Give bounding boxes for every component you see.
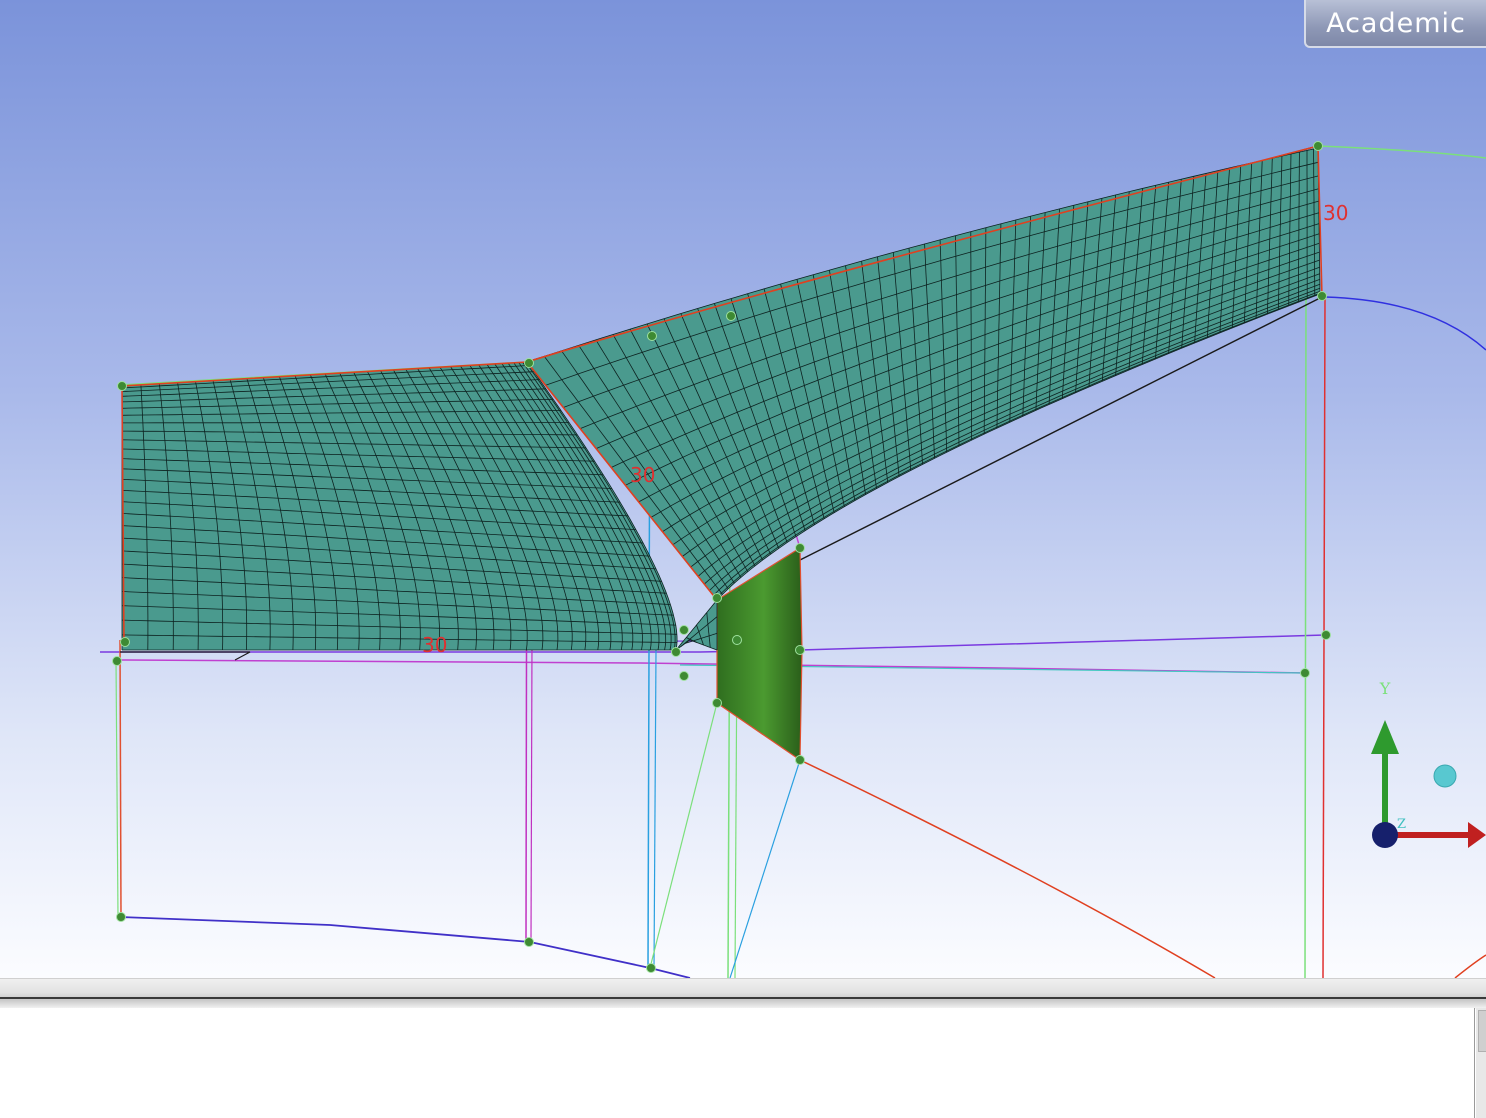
- dimension-label-middle: 30: [630, 463, 655, 487]
- mesh-region-junction[interactable]: [675, 599, 718, 651]
- dimension-label-right: 30: [1323, 201, 1348, 225]
- splitter-divider-line: [0, 997, 1486, 999]
- geometry-vertex[interactable]: [712, 593, 722, 603]
- geometry-vertex[interactable]: [1313, 141, 1323, 151]
- z-axis-dot-icon: [1372, 822, 1398, 848]
- geometry-vertex[interactable]: [679, 671, 689, 681]
- geometry-vertex[interactable]: [117, 381, 127, 391]
- geometry-vertex[interactable]: [524, 937, 534, 947]
- x-axis-arrow-icon: [1468, 822, 1486, 848]
- geometry-vertex[interactable]: [795, 543, 805, 553]
- geometry-vertex[interactable]: [795, 755, 805, 765]
- mesh-region-left-grid-line: [122, 421, 570, 424]
- geometry-vertex[interactable]: [795, 645, 805, 655]
- geometry-vertex[interactable]: [671, 647, 681, 657]
- geometry-vertex[interactable]: [679, 625, 689, 635]
- dimension-label-bottom: 30: [422, 633, 447, 657]
- y-axis-arrow-icon: [1371, 720, 1399, 754]
- z-axis-label: Z: [1397, 817, 1406, 832]
- isometric-view-sphere-icon[interactable]: [1433, 764, 1457, 788]
- geometry-vertex[interactable]: [112, 656, 122, 666]
- panel-splitter[interactable]: [0, 978, 1486, 1009]
- geometry-vertex[interactable]: [116, 912, 126, 922]
- geometry-vertex[interactable]: [726, 311, 736, 321]
- license-badge: Academic: [1304, 0, 1486, 48]
- geometry-vertex[interactable]: [524, 358, 534, 368]
- geometry-vertex[interactable]: [646, 963, 656, 973]
- graphics-viewport[interactable]: 30 30 30 Y Z Academic: [0, 0, 1486, 978]
- axis-triad: Y Z: [1371, 679, 1486, 848]
- geometry-vertex[interactable]: [1300, 668, 1310, 678]
- geometry-scene[interactable]: 30 30 30 Y Z: [0, 0, 1486, 978]
- geometry-vertex[interactable]: [647, 331, 657, 341]
- scrollbar-thumb[interactable]: [1478, 1010, 1486, 1052]
- message-panel-scrollbar[interactable]: [1476, 1008, 1486, 1118]
- geometry-vertex[interactable]: [712, 698, 722, 708]
- mesh-surface[interactable]: [121, 147, 1321, 651]
- geometry-vertex[interactable]: [1321, 630, 1331, 640]
- y-axis-label: Y: [1379, 679, 1391, 698]
- message-panel[interactable]: [0, 1008, 1475, 1118]
- geometry-vertex[interactable]: [1317, 291, 1327, 301]
- mesh-region-right[interactable]: [526, 147, 1321, 601]
- geometry-vertex[interactable]: [732, 635, 742, 645]
- geometry-vertex[interactable]: [120, 637, 130, 647]
- mesh-region-right-fill: [527, 148, 1320, 600]
